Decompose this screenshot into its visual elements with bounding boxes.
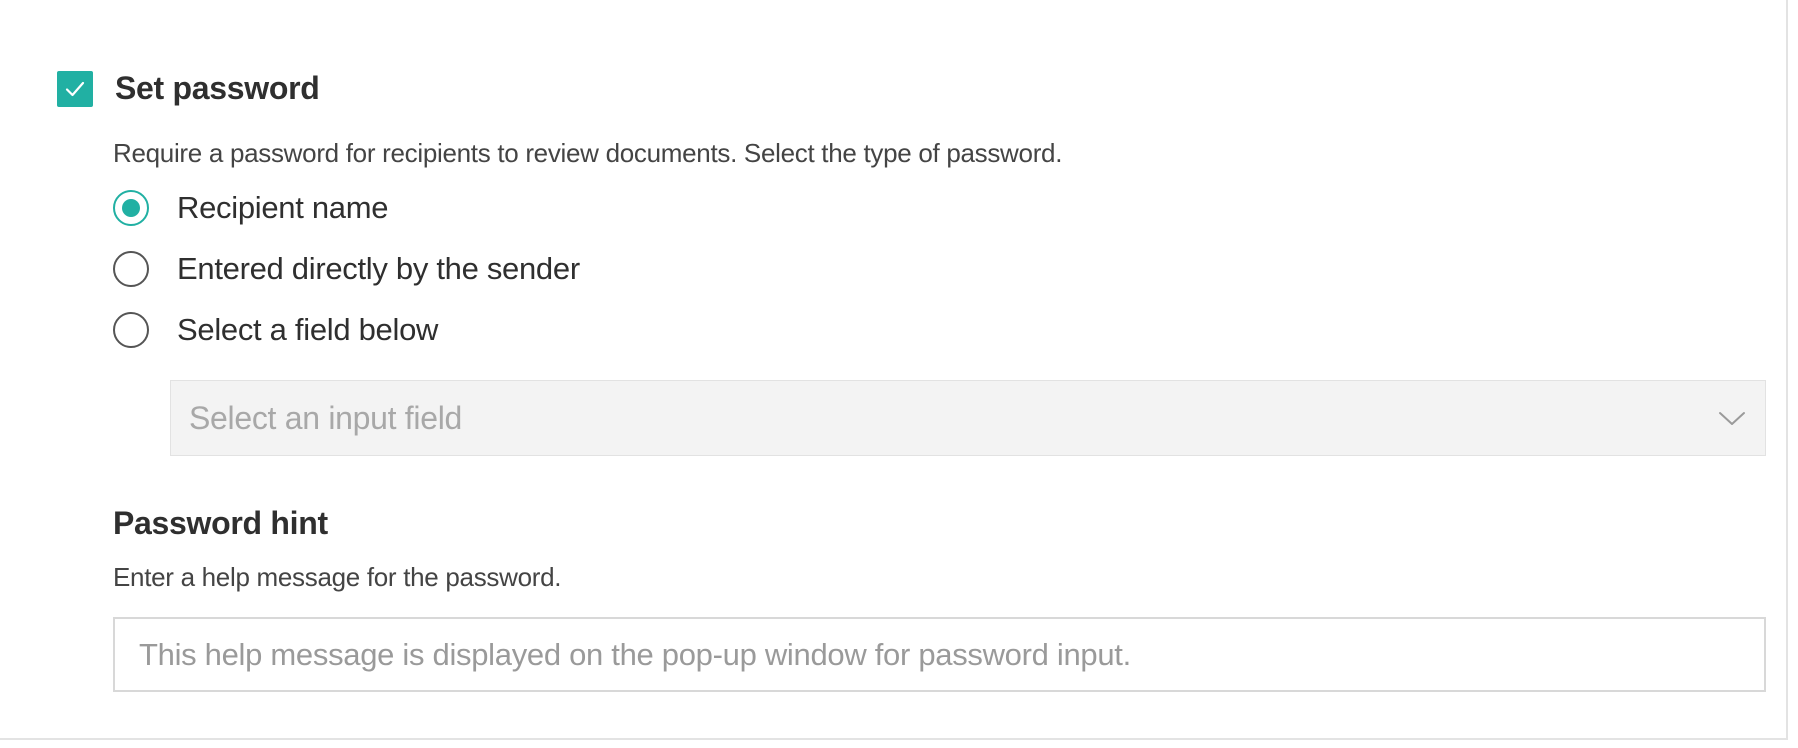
radio-recipient-name[interactable]: Recipient name [113, 190, 389, 226]
radio-label: Entered directly by the sender [177, 251, 580, 286]
set-password-checkbox[interactable] [57, 70, 93, 107]
radio-select-field[interactable]: Select a field below [113, 312, 438, 348]
check-icon [65, 81, 85, 96]
radio-button-selected[interactable] [113, 190, 149, 226]
radio-entered-by-sender[interactable]: Entered directly by the sender [113, 251, 580, 287]
select-placeholder: Select an input field [189, 399, 462, 436]
set-password-description: Require a password for recipients to rev… [113, 138, 1063, 168]
password-hint-title: Password hint [113, 505, 328, 541]
chevron-down-icon [1719, 412, 1745, 425]
set-password-label: Set password [115, 70, 320, 106]
password-hint-description: Enter a help message for the password. [113, 562, 562, 592]
set-password-option[interactable]: Set password [57, 70, 320, 107]
radio-label: Select a field below [177, 312, 439, 347]
input-field-select[interactable]: Select an input field [170, 380, 1766, 456]
password-hint-input[interactable] [113, 617, 1766, 692]
radio-label: Recipient name [177, 190, 389, 225]
radio-button[interactable] [113, 251, 149, 287]
password-settings-panel: Set password Require a password for reci… [0, 0, 1788, 740]
radio-button[interactable] [113, 312, 149, 348]
